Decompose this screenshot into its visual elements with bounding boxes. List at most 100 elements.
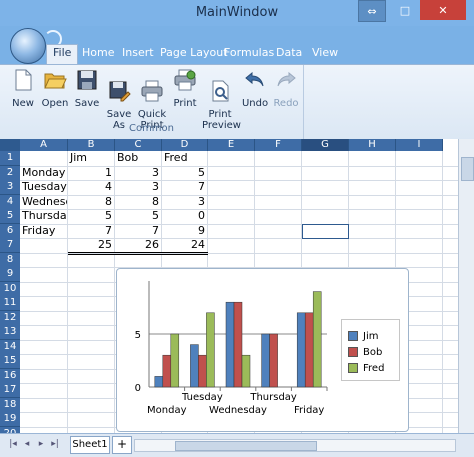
- cell-c3[interactable]: 3: [115, 180, 161, 194]
- save-button-label: Save: [74, 98, 100, 109]
- cell-c5[interactable]: 5: [115, 209, 161, 223]
- row-header-6[interactable]: 6: [0, 223, 20, 239]
- row-header-9[interactable]: 9: [0, 267, 20, 282]
- cell-b1[interactable]: Jim: [68, 151, 114, 165]
- legend-swatch-jim: [348, 331, 358, 341]
- x-category-label: Thursday: [249, 392, 297, 403]
- row-header-13[interactable]: 13: [0, 325, 20, 340]
- next-sheet-icon[interactable]: ▸: [36, 438, 46, 450]
- cell-c7[interactable]: 26: [115, 238, 161, 252]
- bar-chart[interactable]: 0 5 Monday Tuesday Wednesday Thursday Friday J…: [116, 268, 409, 432]
- ribbon-group-common: New Open Save Save As Quick Print Print: [0, 65, 304, 140]
- cell-d4[interactable]: 3: [162, 195, 207, 209]
- cell-d1[interactable]: Fred: [162, 151, 207, 165]
- bar-jim-wednesday: [225, 301, 235, 388]
- legend-item-bob: Bob: [348, 346, 382, 358]
- row-header-18[interactable]: 18: [0, 397, 20, 413]
- cell-a4[interactable]: Wednesday: [20, 195, 67, 209]
- cell-d7[interactable]: 24: [162, 238, 207, 252]
- cell-b5[interactable]: 5: [68, 209, 114, 223]
- cell-b2[interactable]: 1: [68, 166, 114, 180]
- save-button[interactable]: Save: [72, 68, 102, 109]
- add-sheet-button[interactable]: +: [112, 436, 132, 454]
- tab-view[interactable]: View: [312, 46, 338, 64]
- row-header-4[interactable]: 4: [0, 194, 20, 210]
- row-header-2[interactable]: 2: [0, 165, 20, 181]
- column-header-e[interactable]: E: [208, 139, 255, 151]
- application-menu-orb[interactable]: [10, 28, 46, 64]
- horizontal-scroll-thumb[interactable]: [175, 441, 317, 451]
- undo-button-label: Undo: [241, 98, 269, 109]
- open-button[interactable]: Open: [40, 68, 70, 109]
- prev-sheet-icon[interactable]: ◂: [22, 438, 32, 450]
- tab-data[interactable]: Data: [276, 46, 302, 64]
- column-header-f[interactable]: F: [255, 139, 302, 151]
- tab-page-layout[interactable]: Page Layout: [160, 46, 228, 64]
- cell-d3[interactable]: 7: [162, 180, 207, 194]
- row-header-11[interactable]: 11: [0, 296, 20, 311]
- vertical-scroll-thumb[interactable]: [461, 157, 474, 181]
- print-preview-icon: [212, 80, 229, 102]
- cell-c6[interactable]: 7: [115, 224, 161, 238]
- column-header-i[interactable]: I: [396, 139, 443, 151]
- cell-b6[interactable]: 7: [68, 224, 114, 238]
- last-sheet-icon[interactable]: ▸|: [50, 438, 60, 450]
- cell-c4[interactable]: 8: [115, 195, 161, 209]
- row-header-3[interactable]: 3: [0, 180, 20, 195]
- first-sheet-icon[interactable]: |◂: [8, 438, 18, 450]
- tab-home[interactable]: Home: [82, 46, 114, 64]
- close-button[interactable]: ✕: [420, 0, 466, 20]
- cell-a2[interactable]: Monday: [20, 166, 67, 180]
- folder-open-icon: [44, 73, 67, 89]
- column-header-c[interactable]: C: [115, 139, 162, 151]
- cell-b3[interactable]: 4: [68, 180, 114, 194]
- bar-bob-tuesday: [198, 354, 207, 388]
- cell-b7[interactable]: 25: [68, 238, 114, 252]
- cell-a5[interactable]: Thursday: [20, 209, 67, 223]
- maximize-button[interactable]: □: [393, 0, 417, 20]
- column-header-d[interactable]: D: [162, 139, 208, 151]
- redo-button[interactable]: Redo: [272, 68, 300, 109]
- select-all-corner[interactable]: [0, 139, 20, 151]
- cell-d6[interactable]: 9: [162, 224, 207, 238]
- cell-d2[interactable]: 5: [162, 166, 207, 180]
- bar-bob-monday: [162, 354, 172, 388]
- horizontal-scrollbar[interactable]: [134, 439, 456, 452]
- row-header-10[interactable]: 10: [0, 281, 20, 297]
- new-button[interactable]: New: [8, 68, 38, 109]
- row-header-14[interactable]: 14: [0, 339, 20, 355]
- vertical-scrollbar[interactable]: [458, 139, 474, 433]
- row-header-17[interactable]: 17: [0, 383, 20, 398]
- bar-bob-wednesday: [233, 301, 243, 388]
- cell-a6[interactable]: Friday: [20, 224, 67, 238]
- bar-jim-thursday: [261, 333, 270, 388]
- cell-a3[interactable]: Tuesday: [20, 180, 67, 194]
- tab-file[interactable]: File: [46, 44, 79, 65]
- selected-cell-g7[interactable]: [302, 224, 349, 239]
- row-header-8[interactable]: 8: [0, 252, 20, 268]
- save-as-icon: [109, 81, 131, 102]
- row-header-5[interactable]: 5: [0, 209, 20, 224]
- column-header-h[interactable]: H: [349, 139, 396, 151]
- column-header-b[interactable]: B: [68, 139, 115, 151]
- cell-c1[interactable]: Bob: [115, 151, 161, 165]
- cell-d5[interactable]: 0: [162, 209, 207, 223]
- row-header-1[interactable]: 1: [0, 151, 20, 166]
- print-button[interactable]: Print: [170, 68, 200, 109]
- row-header-19[interactable]: 19: [0, 412, 20, 427]
- cell-b4[interactable]: 8: [68, 195, 114, 209]
- tab-formulas[interactable]: Formulas: [224, 46, 274, 64]
- row-header-12[interactable]: 12: [0, 310, 20, 326]
- tab-insert[interactable]: Insert: [122, 46, 154, 64]
- sheet-tab-sheet1[interactable]: Sheet1: [70, 436, 110, 454]
- undo-button[interactable]: Undo: [240, 68, 270, 109]
- bar-fred-tuesday: [206, 312, 215, 388]
- cell-c2[interactable]: 3: [115, 166, 161, 180]
- quick-print-icon: [141, 80, 163, 102]
- row-header-16[interactable]: 16: [0, 368, 20, 384]
- minimize-button[interactable]: ⇔: [358, 0, 386, 22]
- row-header-15[interactable]: 15: [0, 354, 20, 369]
- column-header-g[interactable]: G: [302, 139, 349, 151]
- row-header-7[interactable]: 7: [0, 238, 20, 253]
- column-header-a[interactable]: A: [20, 139, 68, 151]
